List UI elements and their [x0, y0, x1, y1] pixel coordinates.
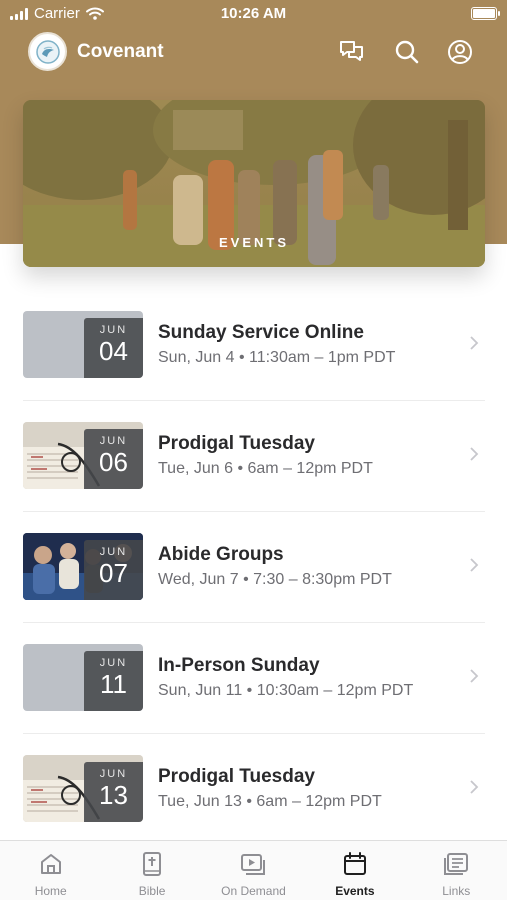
date-badge: JUN 13 [84, 762, 143, 822]
event-datetime: Sun, Jun 11 • 10:30am – 12pm PDT [158, 682, 414, 699]
chevron-right-icon [470, 447, 479, 461]
search-button[interactable] [392, 37, 422, 67]
calendar-icon [343, 852, 366, 875]
event-datetime: Sun, Jun 4 • 11:30am – 1pm PDT [158, 349, 396, 366]
status-bar: Carrier 10:26 AM [0, 0, 507, 30]
app-title: Covenant [77, 41, 164, 62]
home-icon [40, 854, 61, 874]
user-circle-icon [448, 40, 472, 64]
badge-month: JUN [99, 435, 128, 447]
badge-day: 07 [99, 558, 128, 588]
tab-on-demand[interactable]: On Demand [203, 841, 304, 900]
app-logo[interactable] [28, 32, 67, 71]
tab-label: Events [335, 884, 375, 898]
battery-icon [471, 7, 500, 20]
app-header: Covenant [0, 32, 507, 72]
date-badge: JUN 11 [84, 651, 143, 711]
badge-day: 11 [100, 669, 127, 699]
tab-label: On Demand [221, 884, 286, 898]
banner-label: EVENTS [218, 235, 289, 250]
event-datetime: Tue, Jun 13 • 6am – 12pm PDT [158, 793, 382, 810]
status-time: 10:26 AM [220, 5, 287, 22]
logo-mark-icon [35, 39, 60, 64]
date-badge: JUN 07 [84, 540, 143, 600]
events-list: JUN 04 Sunday Service Online Sun, Jun 4 … [23, 290, 485, 845]
tab-label: Links [442, 884, 471, 898]
event-row[interactable]: JUN 06 Prodigal Tuesday Tue, Jun 6 • 6am… [23, 401, 485, 512]
events-banner[interactable]: EVENTS [23, 100, 485, 267]
badge-day: 13 [99, 780, 128, 810]
date-badge: JUN 06 [84, 429, 143, 489]
badge-day: 04 [99, 336, 128, 366]
badge-month: JUN [99, 768, 128, 780]
chevron-right-icon [470, 780, 479, 794]
tab-bible[interactable]: Bible [101, 841, 202, 900]
badge-day: 06 [99, 447, 128, 477]
video-icon [241, 854, 266, 875]
event-thumbnail: JUN 13 [23, 755, 143, 822]
tab-home[interactable]: Home [0, 841, 101, 900]
event-row[interactable]: JUN 04 Sunday Service Online Sun, Jun 4 … [23, 290, 485, 401]
tab-bar: Home Bible On Demand Events Links [0, 840, 507, 900]
chevron-right-icon [470, 558, 479, 572]
event-title: Prodigal Tuesday [158, 766, 315, 787]
chat-button[interactable] [337, 37, 367, 67]
event-title: In-Person Sunday [158, 655, 320, 676]
event-title: Abide Groups [158, 544, 284, 565]
tab-label: Bible [138, 884, 166, 898]
chevron-right-icon [470, 669, 479, 683]
chat-bubbles-icon [340, 41, 363, 61]
event-row[interactable]: JUN 11 In-Person Sunday Sun, Jun 11 • 10… [23, 623, 485, 734]
event-title: Sunday Service Online [158, 322, 364, 343]
tab-events[interactable]: Events [304, 841, 405, 900]
event-thumbnail: JUN 04 [23, 311, 143, 378]
event-datetime: Wed, Jun 7 • 7:30 – 8:30pm PDT [158, 571, 392, 588]
search-icon [395, 40, 419, 64]
tab-links[interactable]: Links [406, 841, 507, 900]
bible-icon [143, 852, 162, 876]
event-datetime: Tue, Jun 6 • 6am – 12pm PDT [158, 460, 373, 477]
profile-button[interactable] [445, 37, 475, 67]
badge-month: JUN [99, 546, 128, 558]
tab-label: Home [34, 884, 67, 898]
event-thumbnail: JUN 07 [23, 533, 143, 600]
event-row[interactable]: JUN 07 Abide Groups Wed, Jun 7 • 7:30 – … [23, 512, 485, 623]
links-icon [444, 853, 469, 875]
chevron-right-icon [470, 336, 479, 350]
event-thumbnail: JUN 06 [23, 422, 143, 489]
date-badge: JUN 04 [84, 318, 143, 378]
event-title: Prodigal Tuesday [158, 433, 315, 454]
event-thumbnail: JUN 11 [23, 644, 143, 711]
event-row[interactable]: JUN 13 Prodigal Tuesday Tue, Jun 13 • 6a… [23, 734, 485, 845]
badge-month: JUN [99, 324, 128, 336]
badge-month: JUN [99, 657, 128, 669]
